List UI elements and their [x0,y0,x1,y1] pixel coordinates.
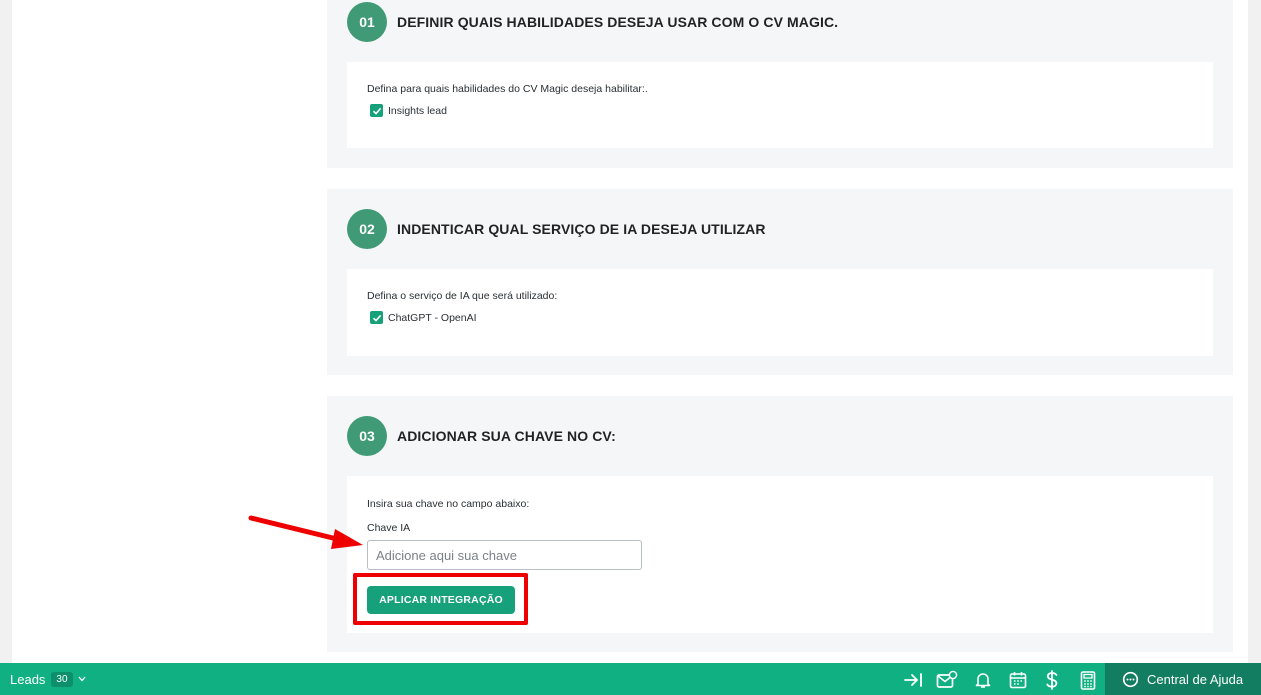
chat-bubble-icon [1122,671,1139,688]
chevron-down-icon[interactable] [78,674,86,685]
chave-ia-input[interactable] [367,540,642,570]
chave-ia-label: Chave IA [367,522,411,534]
checkbox-label: ChatGPT - OpenAI [388,311,477,324]
leads-label: Leads [10,671,46,687]
leads-selector[interactable]: Leads 30 [10,663,86,695]
step-card: Defina para quais habilidades do CV Magi… [347,62,1213,148]
step-section-02: 02 INDENTICAR QUAL SERVIÇO DE IA DESEJA … [327,189,1233,375]
step-number-badge: 01 [347,2,387,42]
step-instruction: Defina para quais habilidades do CV Magi… [367,83,648,95]
step-title: INDENTICAR QUAL SERVIÇO DE IA DESEJA UTI… [397,221,766,237]
checkbox-label: Insights lead [388,104,447,117]
leads-count-badge: 30 [51,671,73,687]
help-center-label: Central de Ajuda [1147,671,1244,687]
step-instruction: Insira sua chave no campo abaixo: [367,498,530,510]
step-title: ADICIONAR SUA CHAVE NO CV: [397,428,616,444]
step-header-02: 02 INDENTICAR QUAL SERVIÇO DE IA DESEJA … [347,209,766,249]
step-number-badge: 02 [347,209,387,249]
step-instruction: Defina o serviço de IA que será utilizad… [367,290,558,302]
step-card: Defina o serviço de IA que será utilizad… [347,269,1213,356]
step-section-01: 01 DEFINIR QUAIS HABILIDADES DESEJA USAR… [327,0,1233,168]
checkbox-checked-icon[interactable] [370,311,383,324]
red-highlight-box [353,573,528,625]
mail-star-icon[interactable] [936,669,958,691]
step-number-badge: 03 [347,416,387,456]
calculator-icon[interactable] [1077,669,1099,691]
step-header-01: 01 DEFINIR QUAIS HABILIDADES DESEJA USAR… [347,2,838,42]
dollar-icon[interactable] [1041,669,1063,691]
step-title: DEFINIR QUAIS HABILIDADES DESEJA USAR CO… [397,14,839,30]
calendar-icon[interactable] [1007,669,1029,691]
insights-lead-checkbox[interactable]: Insights lead [370,104,447,117]
bell-icon[interactable] [972,669,994,691]
step-header-03: 03 ADICIONAR SUA CHAVE NO CV: [347,416,616,456]
help-center-button[interactable]: Central de Ajuda [1105,663,1261,695]
red-arrow-annotation [248,515,363,549]
bottom-bar: Leads 30 Central de Ajuda [0,663,1261,695]
chatgpt-openai-checkbox[interactable]: ChatGPT - OpenAI [370,311,477,324]
checkbox-checked-icon[interactable] [370,104,383,117]
collapse-arrow-icon[interactable] [902,669,924,691]
